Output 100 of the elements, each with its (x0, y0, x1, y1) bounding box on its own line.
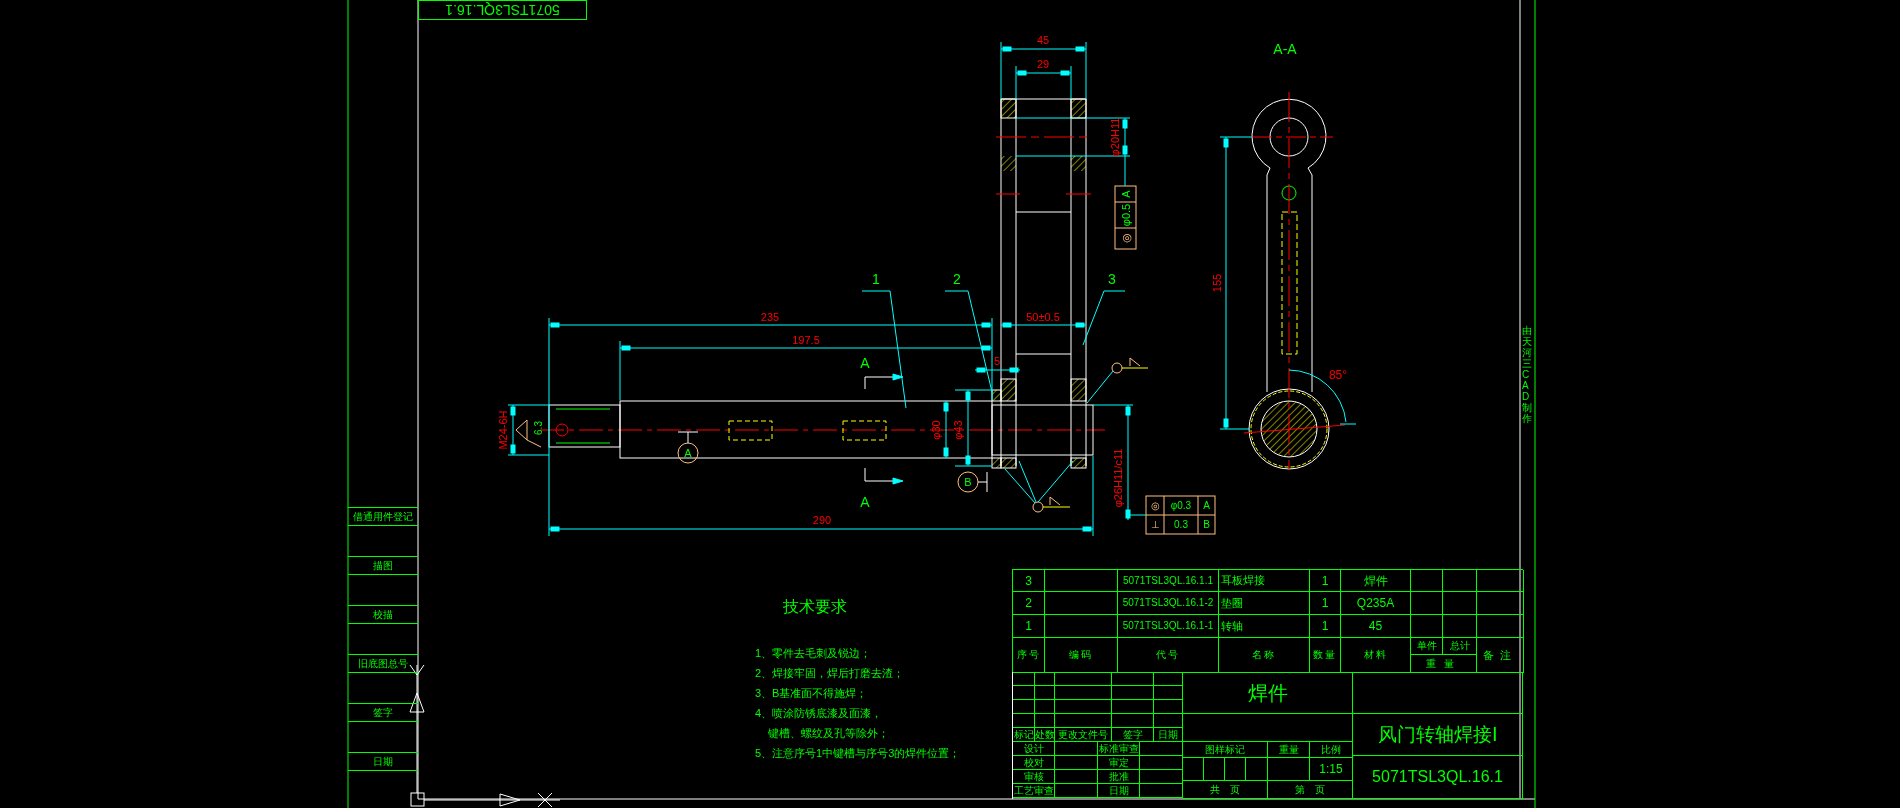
empty-cell (1477, 615, 1524, 638)
table-cell: 5071TSL3QL.16.1.1 (1118, 570, 1219, 592)
table-cell: 5071TSL3QL.16.1-1 (1118, 615, 1219, 638)
empty-cell (1055, 742, 1098, 756)
drawing-number-box: 5071TSL3QL.16.1 (418, 0, 587, 20)
requirement-line: 2、焊接牢固，焊后打磨去渣； (755, 666, 905, 681)
item-number: 2 (953, 271, 961, 287)
datum-label: A (684, 447, 692, 459)
table-cell: 1 (1310, 615, 1341, 638)
empty-cell (1112, 700, 1154, 714)
table-cell: 耳板焊接 (1219, 570, 1310, 592)
empty-cell (1443, 592, 1477, 615)
requirement-line: 5、注意序号1中键槽与序号3的焊件位置； (755, 746, 961, 761)
section-view-title: A-A (1273, 41, 1297, 57)
dimension-value: 45 (1036, 34, 1050, 46)
item-number: 3 (1108, 271, 1116, 287)
table-cell: 转轴 (1219, 615, 1310, 638)
field-label: 工艺审查 (1013, 784, 1055, 798)
datum-symbol (677, 431, 699, 464)
section-label: A (860, 355, 870, 371)
empty-cell (1140, 756, 1183, 770)
empty-cell (1268, 758, 1310, 781)
tolerance-value: A (1203, 500, 1210, 511)
stamp-field-label: 日期 (348, 752, 418, 771)
table-cell: 45 (1341, 615, 1411, 638)
empty-cell (1477, 592, 1524, 615)
field-label: 审核 (1013, 770, 1055, 784)
field-label: 重量 (1268, 742, 1310, 758)
requirement-line: 3、B基准面不得施焊； (755, 686, 868, 701)
field-label: 日期 (1154, 728, 1183, 742)
dimension-line (1085, 117, 1131, 157)
empty-cell (1140, 784, 1183, 798)
surface-finish-icon (515, 419, 542, 448)
stamp-field-label: 描图 (348, 556, 418, 575)
empty-cell (1411, 615, 1443, 638)
empty-cell (1055, 672, 1112, 686)
empty-cell (1055, 700, 1112, 714)
section-cut-mark (864, 373, 904, 390)
field-label: 更改文件号 (1055, 728, 1112, 742)
field-label: 共 页 (1183, 781, 1268, 799)
empty-cell (1035, 700, 1055, 714)
empty-cell (1055, 714, 1112, 728)
drawing-number: 5071TSL3QL.16.1 (1353, 756, 1523, 799)
dimension-value: φ26H11/c11 (1112, 448, 1124, 508)
tolerance-value: ◎ (1150, 500, 1160, 511)
field-label: 标记 (1013, 728, 1035, 742)
angle-dimension-arc (1288, 369, 1357, 425)
dimension-value: 85° (1328, 368, 1348, 382)
empty-cell (1055, 770, 1098, 784)
column-header: 序号 (1013, 638, 1045, 673)
table-cell: 垫圈 (1219, 592, 1310, 615)
tolerance-value: φ0.3 (1170, 500, 1192, 511)
drawing-title: 风门转轴焊接Ⅰ (1353, 714, 1523, 756)
stamp-field-label: 旧底图总号 (348, 654, 418, 673)
part-type: 焊件 (1183, 672, 1353, 714)
tolerance-value: ⊥ (1150, 519, 1160, 530)
field-label: 图样标记 (1183, 742, 1268, 758)
item-number: 1 (872, 271, 880, 287)
empty-cell (1112, 714, 1154, 728)
tolerance-value: 0.3 (1174, 519, 1188, 530)
field-label: 日期 (1098, 784, 1140, 798)
field-label: 批准 (1098, 770, 1140, 784)
requirements-title: 技术要求 (783, 597, 847, 617)
empty-cell (1443, 615, 1477, 638)
column-header: 代号 (1118, 638, 1219, 673)
table-cell: 3 (1013, 570, 1045, 592)
empty-cell (1112, 672, 1154, 686)
empty-cell (1013, 686, 1035, 700)
tolerance-value: ◎ (1119, 233, 1132, 243)
empty-cell (1013, 714, 1035, 728)
empty-cell (1035, 672, 1055, 686)
leader-line (1086, 370, 1114, 404)
empty-cell (1055, 784, 1098, 798)
section-label: A (860, 494, 870, 510)
empty-cell (1411, 592, 1443, 615)
empty-cell (1112, 686, 1154, 700)
tolerance-value: B (1203, 519, 1210, 530)
dimension-value: 29 (1036, 58, 1050, 70)
dimension-value: φ20H11 (1109, 117, 1121, 157)
datum-label: B (964, 476, 972, 488)
field-label: 签字 (1112, 728, 1154, 742)
empty-cell (1140, 770, 1183, 784)
stamp-field-label: 签字 (348, 703, 418, 722)
field-label: 处数 (1035, 728, 1055, 742)
table-cell: 5071TSL3QL.16.1-2 (1118, 592, 1219, 615)
empty-cell (1477, 570, 1524, 592)
column-header: 重量 (1411, 655, 1477, 673)
field-label: 校对 (1013, 756, 1055, 770)
column-header: 备注 (1477, 638, 1524, 673)
dimension-value: M24-6H (497, 410, 509, 450)
weld-symbol-icon (1032, 496, 1071, 513)
field-label: 比例 (1310, 742, 1353, 758)
empty-cell (1154, 686, 1183, 700)
empty-cell (1183, 758, 1204, 781)
table-cell: Q235A (1341, 592, 1411, 615)
empty-cell (1154, 672, 1183, 686)
surface-finish-value: 6.3 (532, 421, 544, 435)
tolerance-value: φ0.5 (1119, 203, 1132, 227)
empty-cell (1225, 758, 1246, 781)
dimension-value: 5 (993, 355, 1001, 367)
